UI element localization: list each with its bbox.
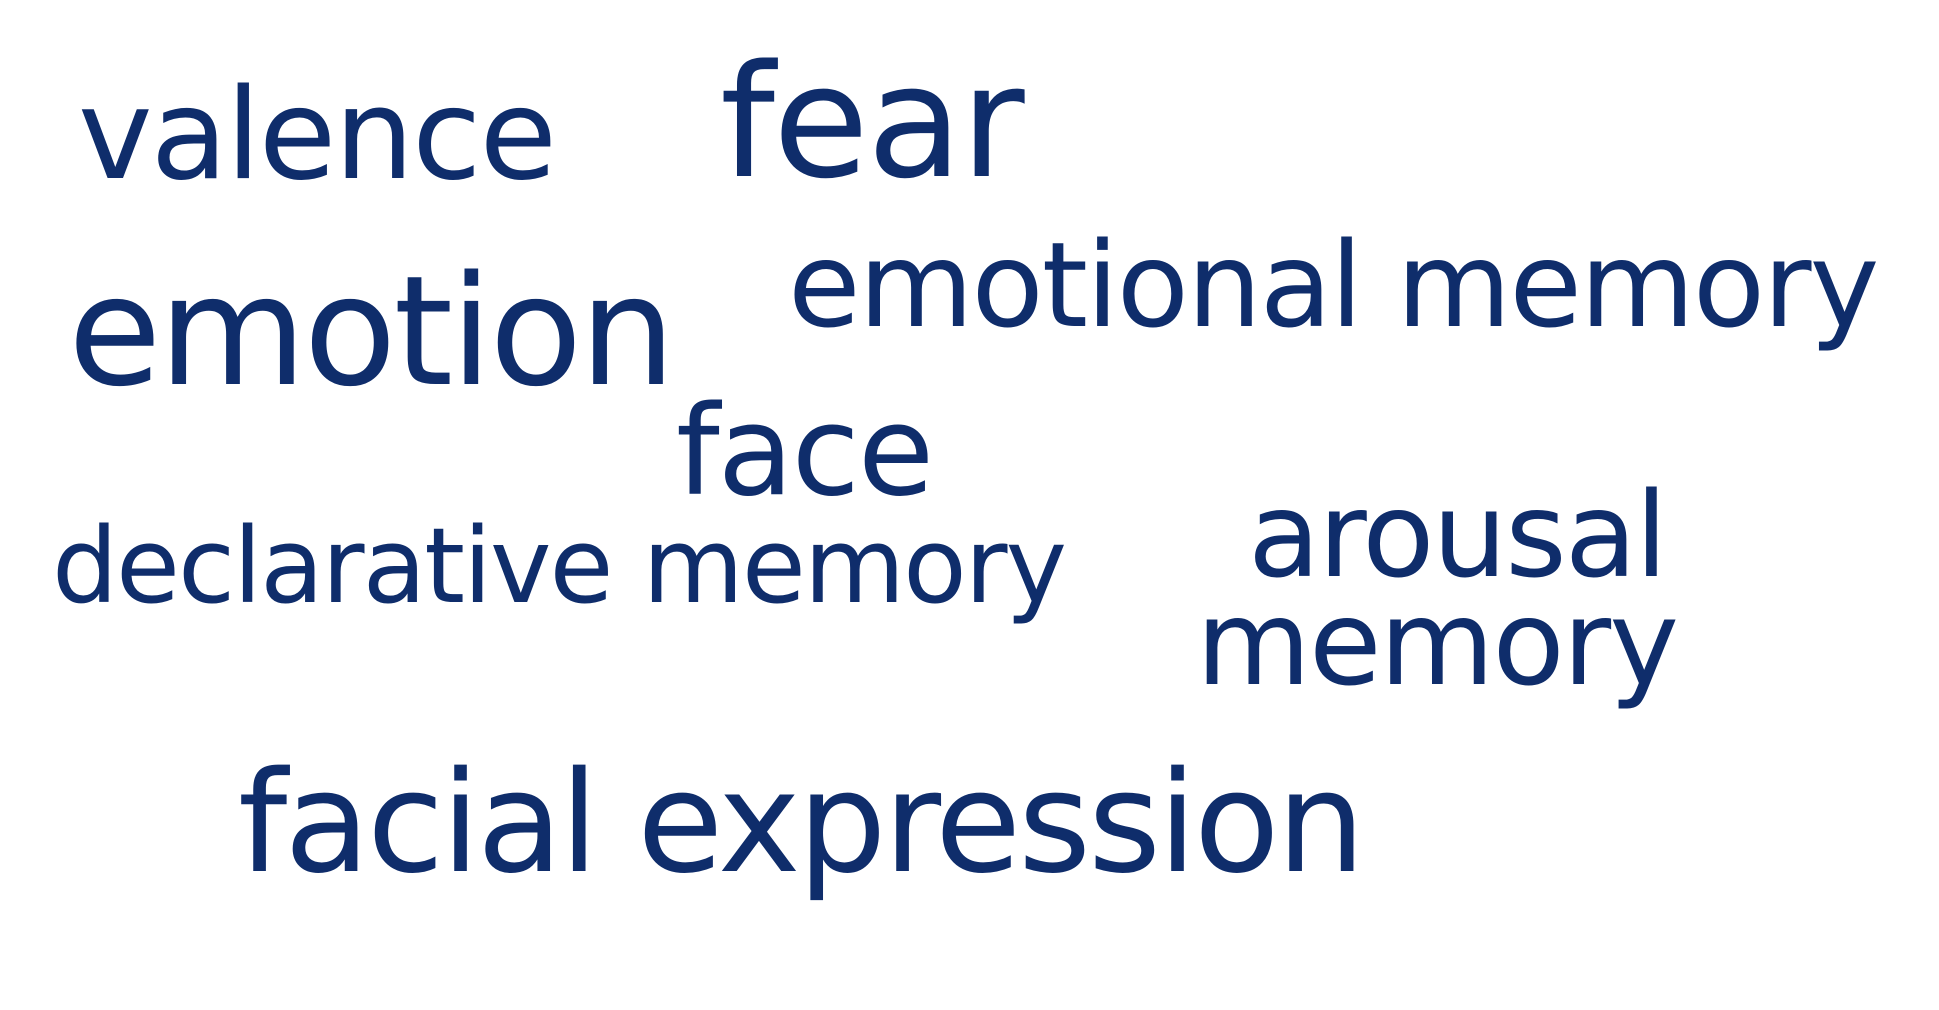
word-memory: memory [1196,574,1679,712]
word-valence: valence [78,61,557,208]
word-fear: fear [720,31,1025,213]
word-emotional-memory: emotional memory [788,216,1879,354]
word-emotion: emotion [68,243,676,420]
word-cloud: valence fear emotion emotional memory fa… [0,0,1939,1010]
word-facial-expression: facial expression [238,742,1365,905]
word-declarative-memory: declarative memory [52,505,1067,627]
word-face: face [676,380,934,524]
